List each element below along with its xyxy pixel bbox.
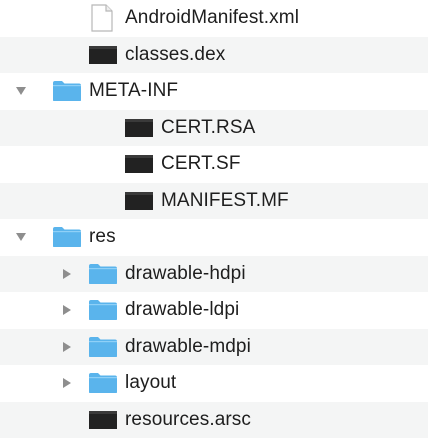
disclosure-expanded-icon[interactable] [14,230,28,244]
file-tree: AndroidManifest.xml classes.dex META-INF CE… [0,0,428,441]
tree-row-label: CERT.SF [161,153,241,174]
tree-row-label: AndroidManifest.xml [125,7,300,28]
tree-row-label: resources.arsc [125,408,251,430]
binary-file-icon [124,117,154,144]
folder-icon [88,263,118,290]
tree-row-androidmanifest-xml[interactable]: AndroidManifest.xml [0,0,428,36]
disclosure-collapsed-icon[interactable] [60,267,74,281]
binary-file-icon [88,44,118,71]
tree-row-label: META-INF [89,80,179,101]
tree-row-resources-arsc[interactable]: resources.arsc [0,401,428,438]
tree-row-drawable-ldpi[interactable]: drawable-ldpi [0,292,428,328]
disclosure-collapsed-icon[interactable] [60,303,74,317]
folder-icon [52,80,82,107]
binary-file-icon [124,190,154,217]
document-icon [90,4,114,37]
tree-row-cert-sf[interactable]: CERT.SF [0,146,428,182]
disclosure-collapsed-icon[interactable] [60,376,74,390]
tree-row-label: drawable-ldpi [125,299,240,320]
folder-icon [88,372,118,399]
tree-row-manifest-mf[interactable]: MANIFEST.MF [0,182,428,219]
tree-row-meta-inf[interactable]: META-INF [0,73,428,109]
tree-row-label: drawable-hdpi [125,262,246,284]
tree-row-label: layout [125,372,177,393]
binary-file-icon [124,153,154,180]
folder-icon [88,336,118,363]
binary-file-icon [88,409,118,436]
disclosure-collapsed-icon[interactable] [60,340,74,354]
disclosure-expanded-icon[interactable] [14,84,28,98]
tree-row-classes-dex[interactable]: classes.dex [0,36,428,73]
tree-row-label: res [89,226,116,247]
tree-row-label: MANIFEST.MF [161,189,289,211]
tree-row-cert-rsa[interactable]: CERT.RSA [0,109,428,146]
tree-row-drawable-hdpi[interactable]: drawable-hdpi [0,255,428,292]
tree-row-drawable-mdpi[interactable]: drawable-mdpi [0,328,428,365]
tree-row-label: CERT.RSA [161,116,256,138]
folder-icon [52,226,82,253]
folder-icon [88,299,118,326]
tree-row-layout[interactable]: layout [0,365,428,401]
tree-row-label: drawable-mdpi [125,335,251,357]
tree-row-label: classes.dex [125,43,226,65]
tree-row-res[interactable]: res [0,219,428,255]
